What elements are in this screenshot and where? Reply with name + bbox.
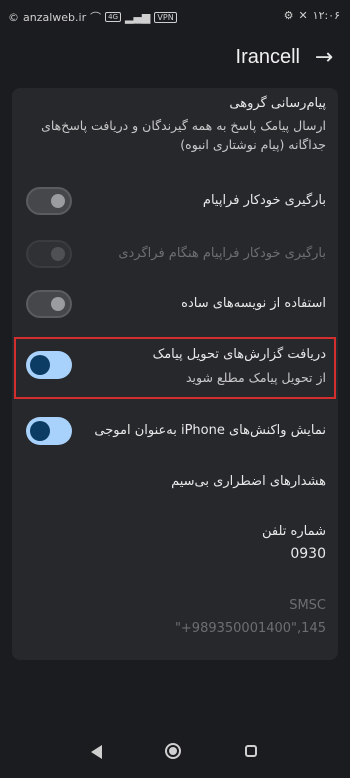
navigation-bar bbox=[0, 736, 350, 778]
watermark-icon: © bbox=[8, 10, 19, 24]
delivery-reports-subtitle: از تحویل پیامک مطلع شوید bbox=[185, 370, 326, 385]
page-title: Irancell bbox=[235, 46, 300, 68]
smsc-label: SMSC bbox=[289, 598, 326, 613]
auto-download-roaming-row: بارگیری خودکار فراپیام هنگام فراگردی bbox=[12, 237, 338, 271]
back-arrow-icon[interactable]: → bbox=[312, 46, 336, 70]
emergency-alerts-row[interactable]: هشدارهای اضطراری بی‌سیم bbox=[12, 466, 338, 500]
status-bar: © anzalweb.ir ⌒ 4G ▂▄▆ VPN ⚙ ✕ ۱۲:۰۶ bbox=[0, 0, 350, 34]
iphone-reactions-label: نمایش واکنش‌های iPhone به‌عنوان اموجی bbox=[94, 423, 326, 438]
phone-number-label: شماره تلفن bbox=[262, 524, 326, 539]
auto-download-roaming-toggle bbox=[26, 240, 72, 268]
smsc-row: SMSC "+989350001400",145 bbox=[12, 596, 338, 644]
toggle-knob bbox=[30, 355, 50, 375]
auto-download-mms-row[interactable]: بارگیری خودکار فراپیام bbox=[12, 184, 338, 218]
clock: ۱۲:۰۶ bbox=[312, 9, 340, 22]
group-messaging-title: پیام‌رسانی گروهی bbox=[229, 96, 326, 111]
auto-download-mms-toggle[interactable] bbox=[26, 187, 72, 215]
nav-recents-icon[interactable] bbox=[245, 745, 257, 757]
phone-number-row[interactable]: شماره تلفن 0930 bbox=[12, 520, 338, 568]
simple-chars-row[interactable]: استفاده از نویسه‌های ساده bbox=[12, 288, 338, 322]
settings-gear-icon: ⚙ bbox=[283, 9, 294, 22]
delivery-reports-row[interactable]: دریافت گزارش‌های تحویل پیامک از تحویل پی… bbox=[12, 344, 338, 392]
iphone-reactions-toggle[interactable] bbox=[26, 417, 72, 445]
delivery-reports-title: دریافت گزارش‌های تحویل پیامک bbox=[152, 347, 326, 362]
nav-back-icon[interactable] bbox=[91, 745, 102, 759]
toggle-knob bbox=[30, 421, 50, 441]
status-right: ⚙ ✕ ۱۲:۰۶ bbox=[284, 9, 340, 22]
simple-chars-toggle[interactable] bbox=[26, 290, 72, 318]
signal-icon: ▂▄▆ bbox=[125, 10, 151, 24]
phone-number-value: 0930 bbox=[290, 546, 326, 562]
sim-icon: 4G bbox=[105, 12, 121, 22]
group-messaging-row[interactable]: پیام‌رسانی گروهی ارسال پیامک پاسخ به همه… bbox=[12, 96, 338, 168]
toggle-knob bbox=[51, 194, 65, 208]
mute-icon: ✕ bbox=[298, 9, 308, 22]
simple-chars-label: استفاده از نویسه‌های ساده bbox=[181, 296, 326, 311]
delivery-reports-toggle[interactable] bbox=[26, 351, 72, 379]
toggle-knob bbox=[51, 247, 65, 261]
emergency-alerts-label: هشدارهای اضطراری بی‌سیم bbox=[171, 474, 326, 489]
watermark-text: anzalweb.ir bbox=[23, 10, 87, 24]
wifi-icon: ⌒ bbox=[90, 11, 102, 24]
auto-download-roaming-label: بارگیری خودکار فراپیام هنگام فراگردی bbox=[118, 246, 326, 261]
toggle-knob bbox=[51, 297, 65, 311]
iphone-reactions-row[interactable]: نمایش واکنش‌های iPhone به‌عنوان اموجی bbox=[12, 415, 338, 449]
app-header: Irancell → bbox=[0, 38, 350, 82]
smsc-value: "+989350001400",145 bbox=[174, 621, 326, 636]
nav-home-dot-icon bbox=[169, 747, 177, 755]
status-left: © anzalweb.ir ⌒ 4G ▂▄▆ VPN bbox=[8, 9, 177, 25]
vpn-badge: VPN bbox=[154, 11, 177, 23]
group-messaging-subtitle: ارسال پیامک پاسخ به همه گیرندگان و دریاف… bbox=[41, 118, 326, 152]
auto-download-mms-label: بارگیری خودکار فراپیام bbox=[202, 193, 326, 208]
